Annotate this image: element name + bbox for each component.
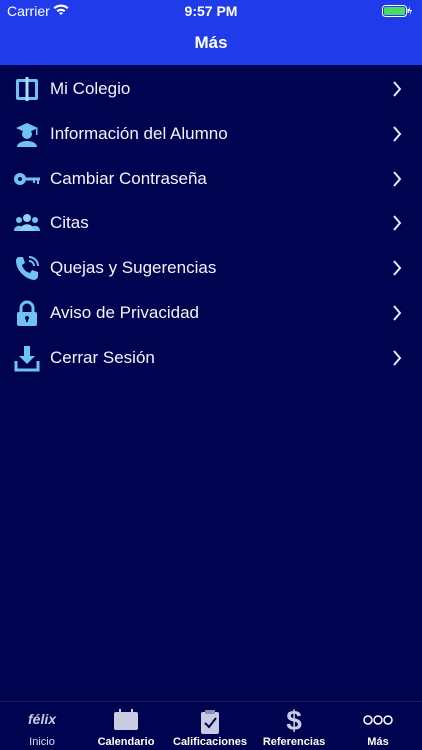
- chevron-right-icon: [393, 170, 402, 187]
- chevron-right-icon: [393, 260, 402, 276]
- padlock-icon: [17, 300, 37, 326]
- navigation-bar: Carrier 9:57 PM Más: [0, 0, 422, 65]
- battery-icon: [382, 5, 412, 17]
- download-logout-icon: [14, 345, 40, 372]
- status-time: 9:57 PM: [184, 3, 238, 19]
- tab-label: Inicio: [29, 736, 55, 748]
- menu-item-aviso-privacidad[interactable]: Aviso de Privacidad: [0, 290, 422, 335]
- tab-label: Calendario: [97, 736, 155, 748]
- felix-logo-icon: félix: [27, 711, 57, 727]
- people-group-icon: [14, 214, 40, 232]
- status-bar: Carrier 9:57 PM: [0, 0, 422, 22]
- menu-item-label: Quejas y Sugerencias: [50, 258, 217, 278]
- graduate-icon: [16, 122, 38, 147]
- tab-label: Calificaciones: [173, 736, 247, 748]
- menu-item-cerrar-sesion[interactable]: Cerrar Sesión: [0, 335, 422, 380]
- chevron-right-icon: [393, 350, 402, 366]
- dollar-icon: $: [286, 706, 302, 734]
- menu-item-quejas-sugerencias[interactable]: Quejas y Sugerencias: [0, 245, 422, 290]
- chevron-right-icon: [393, 305, 402, 321]
- school-book-icon: [16, 77, 38, 101]
- svg-text:$: $: [286, 706, 302, 734]
- tab-mas[interactable]: Más: [336, 702, 420, 750]
- tab-label: Referencias: [262, 736, 326, 748]
- menu-item-label: Información del Alumno: [50, 123, 228, 143]
- menu-item-cambiar-contrasena[interactable]: Cambiar Contraseña: [0, 156, 422, 201]
- menu-item-label: Cerrar Sesión: [50, 347, 155, 367]
- page-title: Más: [194, 33, 228, 52]
- tab-bar: félix Inicio Calendario Calificaciones $…: [0, 701, 422, 750]
- menu-item-label: Aviso de Privacidad: [50, 302, 199, 322]
- tab-label: Más: [367, 736, 389, 748]
- menu-item-informacion-alumno[interactable]: Información del Alumno: [0, 111, 422, 156]
- menu-item-label: Cambiar Contraseña: [50, 168, 207, 188]
- menu-item-citas[interactable]: Citas: [0, 200, 422, 245]
- more-dots-icon: [363, 715, 393, 725]
- tab-calificaciones[interactable]: Calificaciones: [168, 702, 252, 750]
- menu-item-mi-colegio[interactable]: Mi Colegio: [0, 66, 422, 111]
- more-menu-list: Mi Colegio Información del Alumno Cambia…: [0, 66, 422, 380]
- key-icon: [14, 172, 40, 185]
- tab-inicio[interactable]: félix Inicio: [0, 702, 84, 750]
- calendar-icon: [114, 709, 138, 730]
- chevron-right-icon: [393, 81, 402, 97]
- phone-call-icon: [16, 256, 39, 281]
- tab-calendario[interactable]: Calendario: [84, 702, 168, 750]
- grades-clipboard-icon: [201, 710, 219, 734]
- menu-item-label: Mi Colegio: [50, 79, 131, 98]
- chevron-right-icon: [393, 215, 402, 232]
- tab-referencias[interactable]: $ Referencias: [252, 702, 336, 750]
- menu-item-label: Citas: [50, 213, 89, 233]
- chevron-right-icon: [393, 126, 402, 142]
